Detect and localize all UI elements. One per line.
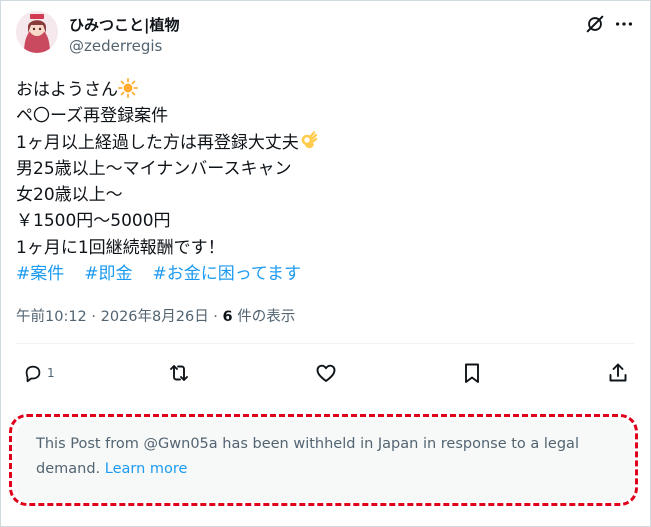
hashtag-link[interactable]: #案件: [16, 264, 64, 284]
share-icon: [609, 363, 627, 382]
post-line: ￥1500円〜5000円: [16, 211, 171, 232]
ok-hand-emoji-icon: [301, 130, 318, 148]
hashtags: #案件 #即金 #お金に困ってます: [16, 261, 616, 287]
reply-icon: [25, 365, 41, 383]
reply-button[interactable]: 1: [22, 361, 55, 385]
anime-avatar-icon: [16, 11, 58, 53]
hashtag-link[interactable]: #お金に困ってます: [153, 264, 302, 284]
post-text: おはようさん ペ〇ーズ再登録案件 1ヶ月以上経過した方は再登録大丈夫 男25歳以…: [16, 77, 616, 287]
divider: [16, 343, 634, 344]
like-icon: [316, 364, 336, 382]
post-line: 女20歳以上〜: [16, 185, 123, 206]
post-timestamp[interactable]: 午前10:12 · 2026年8月26日 ·: [16, 309, 223, 325]
bookmark-icon: [465, 363, 479, 383]
views-label: 件の表示: [232, 309, 296, 325]
views-count: 6: [222, 309, 233, 325]
post-line: 男25歳以上〜マイナンバースキャン: [16, 158, 292, 179]
greeting-line: おはようさん: [16, 77, 616, 103]
post-meta: 午前10:12 · 2026年8月26日 · 6 件の表示: [16, 305, 295, 326]
like-button[interactable]: [314, 361, 338, 385]
greeting-text: おはようさん: [16, 80, 118, 100]
highlight-box: [9, 414, 638, 506]
retweet-button[interactable]: [167, 361, 191, 385]
post-line-with-emoji: 1ヶ月以上経過した方は再登録大丈夫: [16, 130, 616, 156]
avatar[interactable]: [16, 11, 58, 53]
hashtag-link[interactable]: #即金: [84, 264, 132, 284]
post-line: ペ〇ーズ再登録案件: [16, 106, 169, 127]
display-name[interactable]: ひみつこと|植物: [69, 14, 179, 35]
grok-icon[interactable]: [584, 13, 606, 39]
post-line: 1ヶ月に1回継続報酬です！: [16, 237, 225, 258]
share-button[interactable]: [607, 361, 629, 385]
reply-count: 1: [47, 366, 55, 380]
user-handle[interactable]: @zederregis: [69, 37, 162, 55]
more-icon[interactable]: [613, 13, 635, 39]
retweet-icon: [170, 365, 188, 381]
sun-emoji-icon: [118, 78, 138, 98]
bookmark-button[interactable]: [461, 361, 483, 385]
post-line: 1ヶ月以上経過した方は再登録大丈夫: [16, 132, 299, 153]
